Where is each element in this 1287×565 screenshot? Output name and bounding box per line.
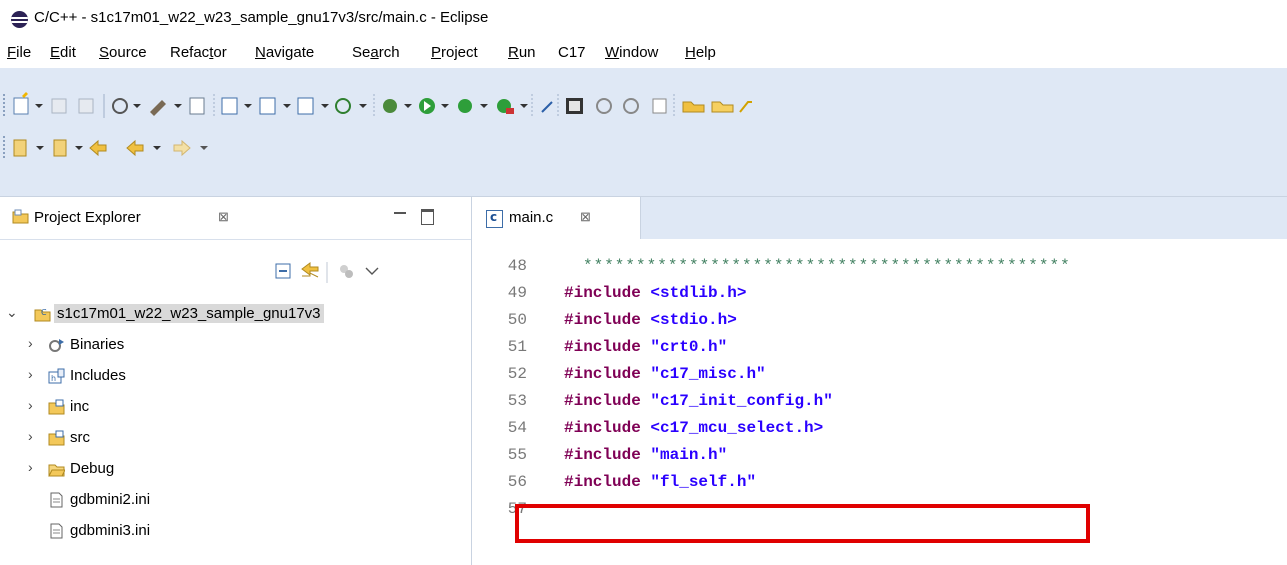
project-explorer-panel: Project Explorer ⊠ ⌄ C s1c17m01_w22_w23_… <box>0 196 472 565</box>
svg-text:C: C <box>41 308 47 317</box>
code-text: #include "c17_init_config.h" <box>564 392 833 410</box>
view-menu-icon <box>365 267 379 275</box>
toolbar-area <box>0 68 1287 196</box>
code-text: #include "fl_self.h" <box>564 473 757 491</box>
project-explorer-toolbar <box>0 257 471 287</box>
chevron-right-icon[interactable]: › <box>28 397 33 413</box>
menu-window[interactable]: Window <box>605 44 658 61</box>
binaries-icon <box>49 339 64 352</box>
chevron-right-icon[interactable]: › <box>28 428 33 444</box>
tree-item-label: src <box>70 429 90 446</box>
tree-item-binaries[interactable]: › Binaries <box>0 331 471 360</box>
code-line: 50 #include <stdio.h> <box>472 308 1287 335</box>
code-text: #include "crt0.h" <box>564 338 728 356</box>
tree-item-label: Debug <box>70 460 115 477</box>
tab-label: main.c <box>509 209 554 226</box>
code-line: 52 #include "c17_misc.h" <box>472 362 1287 389</box>
highlight-box <box>515 504 1090 543</box>
code-text: #include <c17_mcu_select.h> <box>564 419 824 437</box>
window-title: C/C++ - s1c17m01_w22_w23_sample_gnu17v3/… <box>34 9 489 26</box>
line-number: 48 <box>507 257 527 275</box>
code-text: #include "c17_misc.h" <box>564 365 766 383</box>
code-line: 51 #include "crt0.h" <box>472 335 1287 362</box>
tree-item-label: gdbmini2.ini <box>70 491 151 508</box>
chevron-down-icon[interactable]: ⌄ <box>6 304 18 321</box>
eclipse-icon <box>11 11 28 28</box>
code-text: #include <stdio.h> <box>564 311 737 329</box>
project-explorer-title: Project Explorer <box>34 209 141 226</box>
project-icon: C <box>34 308 51 322</box>
line-number: 50 <box>507 311 527 329</box>
menu-search[interactable]: Search <box>352 44 400 61</box>
menu-project[interactable]: Project <box>431 44 478 61</box>
toolbar-icons <box>3 92 752 160</box>
tree-item-label: gdbmini3.ini <box>70 522 151 539</box>
tab-main-c[interactable]: c main.c ⊠ <box>472 197 641 239</box>
line-number: 55 <box>507 446 527 464</box>
editor-tab-bar: c main.c ⊠ <box>472 197 1287 240</box>
folder-src-icon <box>48 430 65 446</box>
line-number: 51 <box>507 338 527 356</box>
line-number: 54 <box>507 419 527 437</box>
menu-file[interactable]: File <box>7 44 31 61</box>
chevron-right-icon[interactable]: › <box>28 366 33 382</box>
code-line: 48 *************************************… <box>472 254 1287 281</box>
menu-help[interactable]: Help <box>685 44 716 61</box>
code-line: 49 #include <stdlib.h> <box>472 281 1287 308</box>
line-number: 49 <box>507 284 527 302</box>
code-text: #include <stdlib.h> <box>564 284 747 302</box>
line-number: 56 <box>507 473 527 491</box>
tree-item-label: inc <box>70 398 90 415</box>
project-explorer-icon <box>12 209 29 224</box>
chevron-right-icon[interactable]: › <box>28 335 33 351</box>
menu-refactor[interactable]: Refactor <box>170 44 227 61</box>
title-bar: C/C++ - s1c17m01_w22_w23_sample_gnu17v3/… <box>0 0 1287 38</box>
menu-navigate[interactable]: Navigate <box>255 44 314 61</box>
code-text: #include "main.h" <box>564 446 728 464</box>
tree-item-project[interactable]: ⌄ C s1c17m01_w22_w23_sample_gnu17v3 <box>0 300 471 329</box>
folder-src-icon <box>48 399 65 415</box>
comment-text: ****************************************… <box>583 257 1071 275</box>
link-with-editor-icon <box>301 262 319 278</box>
file-icon <box>50 523 63 539</box>
line-number: 53 <box>507 392 527 410</box>
code-line: 53 #include "c17_init_config.h" <box>472 389 1287 416</box>
menu-source[interactable]: Source <box>99 44 147 61</box>
menu-edit[interactable]: Edit <box>50 44 76 61</box>
line-number: 52 <box>507 365 527 383</box>
tree-item-debug[interactable]: › Debug <box>0 455 471 484</box>
minimize-icon[interactable] <box>394 212 406 214</box>
tree-item-label: Binaries <box>70 336 125 353</box>
code-line: 54 #include <c17_mcu_select.h> <box>472 416 1287 443</box>
folder-icon <box>48 464 65 477</box>
menu-run[interactable]: Run <box>508 44 536 61</box>
tree-item-src[interactable]: › src <box>0 424 471 453</box>
filters-icon <box>340 265 353 278</box>
close-icon[interactable]: ⊠ <box>580 209 591 225</box>
chevron-right-icon[interactable]: › <box>28 459 33 475</box>
project-explorer-tools <box>275 262 379 283</box>
menu-bar: File Edit Source Refactor Navigate Searc… <box>0 38 1287 68</box>
c-file-icon: c <box>486 210 503 228</box>
close-icon[interactable]: ⊠ <box>218 209 229 225</box>
tree-item-gdbmini3[interactable]: gdbmini3.ini <box>0 517 471 546</box>
collapse-all-icon <box>275 263 291 279</box>
tree-item-includes[interactable]: › h Includes <box>0 362 471 391</box>
maximize-icon[interactable] <box>421 209 434 225</box>
file-icon <box>50 492 63 508</box>
tree-item-label: s1c17m01_w22_w23_sample_gnu17v3 <box>54 304 324 323</box>
new-icon <box>13 92 29 115</box>
code-line: 55 #include "main.h" <box>472 443 1287 470</box>
tree-item-inc[interactable]: › inc <box>0 393 471 422</box>
tree-item-gdbmini2[interactable]: gdbmini2.ini <box>0 486 471 515</box>
svg-text:h: h <box>51 374 56 383</box>
project-explorer-header: Project Explorer ⊠ <box>0 197 471 240</box>
menu-c17[interactable]: C17 <box>558 44 586 61</box>
code-line: 56 #include "fl_self.h" <box>472 470 1287 497</box>
includes-icon: h <box>48 368 65 384</box>
tree-item-label: Includes <box>70 367 126 384</box>
